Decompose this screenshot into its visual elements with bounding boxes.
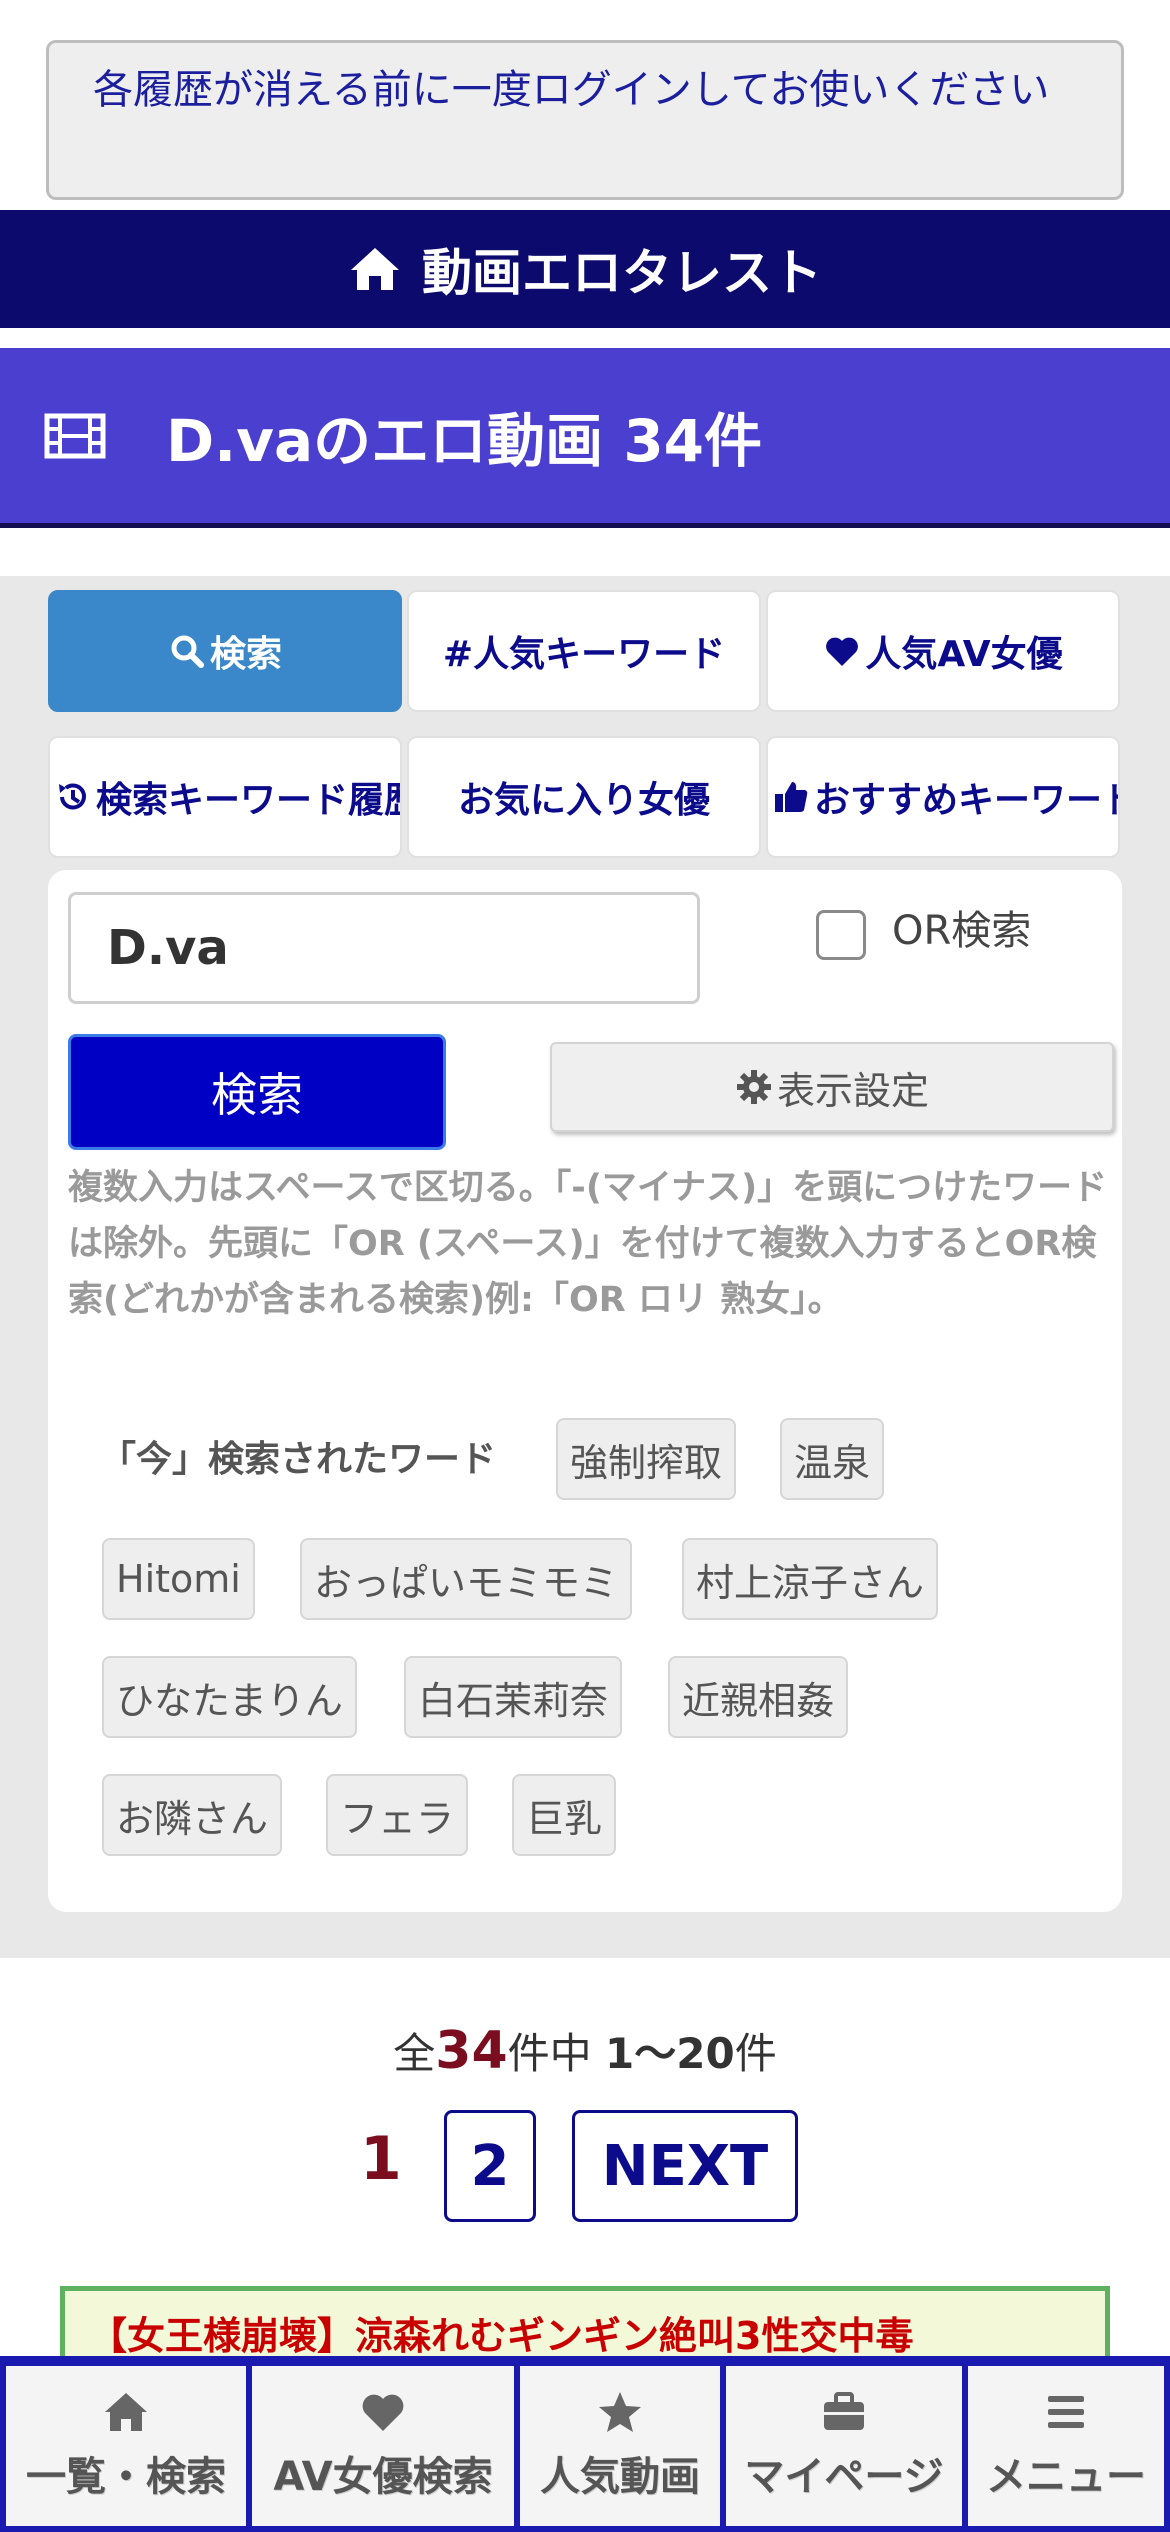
- recent-word-chip[interactable]: 白石茉莉奈: [404, 1656, 623, 1738]
- nav-popular-videos-label: 人気動画: [540, 2454, 700, 2500]
- tab-favorite-actresses-label: お気に入り女優: [457, 780, 710, 821]
- nav-popular-videos[interactable]: 人気動画: [520, 2366, 720, 2526]
- nav-mypage-label: マイページ: [744, 2454, 944, 2500]
- or-search-label: OR検索: [892, 908, 1032, 954]
- recent-word-chip[interactable]: 村上涼子さん: [682, 1538, 939, 1620]
- tab-favorite-actresses[interactable]: お気に入り女優: [407, 736, 761, 858]
- briefcase-icon: [824, 2392, 864, 2430]
- result-range: 1〜20: [605, 2029, 735, 2078]
- tab-recommended-keywords[interactable]: おすすめキーワード: [766, 736, 1120, 858]
- page-2-button[interactable]: 2: [444, 2110, 536, 2222]
- nav-actress-search[interactable]: AV女優検索: [252, 2366, 514, 2526]
- tab-popular-actresses[interactable]: 人気AV女優: [766, 590, 1120, 712]
- tab-recommended-keywords-label: おすすめキーワード: [814, 780, 1120, 821]
- history-icon: [59, 783, 86, 810]
- tab-search-label: 検索: [209, 634, 282, 675]
- display-settings-label: 表示設定: [776, 1068, 929, 1113]
- nav-mypage[interactable]: マイページ: [726, 2366, 962, 2526]
- menu-icon: [1048, 2396, 1084, 2428]
- search-button[interactable]: 検索: [68, 1034, 446, 1150]
- film-icon: [44, 413, 106, 458]
- result-count-prefix: 全: [393, 2029, 436, 2078]
- recent-word-chip[interactable]: フェラ: [326, 1774, 469, 1856]
- result-count-suffix: 件: [734, 2029, 777, 2078]
- recent-word-chip[interactable]: おっぱいモミモミ: [300, 1538, 633, 1620]
- login-notice-text: 各履歴が消える前に一度ログインしてお使いください: [93, 67, 1050, 113]
- result-total: 34: [435, 2021, 508, 2081]
- promo-text: 【女王様崩壊】涼森れむギンギン絶叫3性交中毒: [89, 2314, 914, 2358]
- recent-word-chip[interactable]: 巨乳: [512, 1774, 617, 1856]
- search-panel: D.va OR検索 検索 表示設定 複数入力はスペースで区切る。「-(マイナス)…: [48, 870, 1122, 1912]
- result-count: 全34件中 1〜20件: [0, 2020, 1170, 2081]
- display-settings-button[interactable]: 表示設定: [550, 1042, 1114, 1132]
- tab-search-history-label: 検索キーワード履歴: [96, 780, 402, 821]
- nav-list-search-label: 一覧・検索: [26, 2454, 226, 2500]
- result-count-middle: 件中: [507, 2029, 606, 2078]
- heart-icon: [826, 637, 859, 666]
- nav-actress-search-label: AV女優検索: [273, 2454, 493, 2500]
- heart-icon: [362, 2394, 404, 2431]
- nav-list-search[interactable]: 一覧・検索: [6, 2366, 246, 2526]
- home-icon: [351, 248, 399, 290]
- home-icon: [105, 2393, 147, 2431]
- tab-search-history[interactable]: 検索キーワード履歴: [48, 736, 402, 858]
- recent-word-chip[interactable]: 近親相姦: [668, 1656, 849, 1738]
- search-icon: [171, 635, 204, 668]
- recent-word-chip[interactable]: 温泉: [780, 1418, 885, 1500]
- search-input[interactable]: D.va: [68, 892, 700, 1004]
- login-notice: 各履歴が消える前に一度ログインしてお使いください: [46, 40, 1124, 200]
- recent-searches-label: 「今」検索されたワード: [100, 1439, 497, 1480]
- recent-word-chip[interactable]: Hitomi: [102, 1538, 255, 1620]
- bottom-nav: 一覧・検索 AV女優検索 人気動画 マイページ メニュー: [0, 2356, 1170, 2532]
- thumbs-up-icon: [775, 782, 808, 812]
- recent-word-chip[interactable]: ひなたまりん: [102, 1656, 357, 1738]
- tab-popular-keywords[interactable]: #人気キーワード: [407, 590, 761, 712]
- checkbox-box[interactable]: [816, 910, 866, 960]
- tab-popular-actresses-label: 人気AV女優: [865, 634, 1063, 675]
- page-title-bar: D.vaのエロ動画 34件: [0, 348, 1170, 528]
- star-icon: [599, 2392, 641, 2432]
- page-title: D.vaのエロ動画 34件: [166, 406, 763, 475]
- site-header[interactable]: 動画エロタレスト: [0, 210, 1170, 328]
- tab-popular-keywords-label: #人気キーワード: [442, 634, 726, 675]
- nav-menu-label: メニュー: [986, 2454, 1146, 2500]
- gear-icon: [736, 1070, 771, 1104]
- search-area: 検索 #人気キーワード 人気AV女優 検索キーワード履歴 お気に入り女優 おすす…: [0, 576, 1170, 1958]
- site-title: 動画エロタレスト: [422, 244, 822, 302]
- recent-word-chip[interactable]: 強制搾取: [556, 1418, 737, 1500]
- nav-menu[interactable]: メニュー: [968, 2366, 1164, 2526]
- next-page-button[interactable]: NEXT: [572, 2110, 798, 2222]
- tab-search[interactable]: 検索: [48, 590, 402, 712]
- search-help-text: 複数入力はスペースで区切る。「-(マイナス)」を頭につけたワードは除外。先頭に「…: [68, 1168, 1108, 1320]
- current-page: 1: [360, 2124, 402, 2194]
- recent-word-chip[interactable]: お隣さん: [102, 1774, 283, 1856]
- or-search-checkbox[interactable]: OR検索: [816, 894, 1031, 960]
